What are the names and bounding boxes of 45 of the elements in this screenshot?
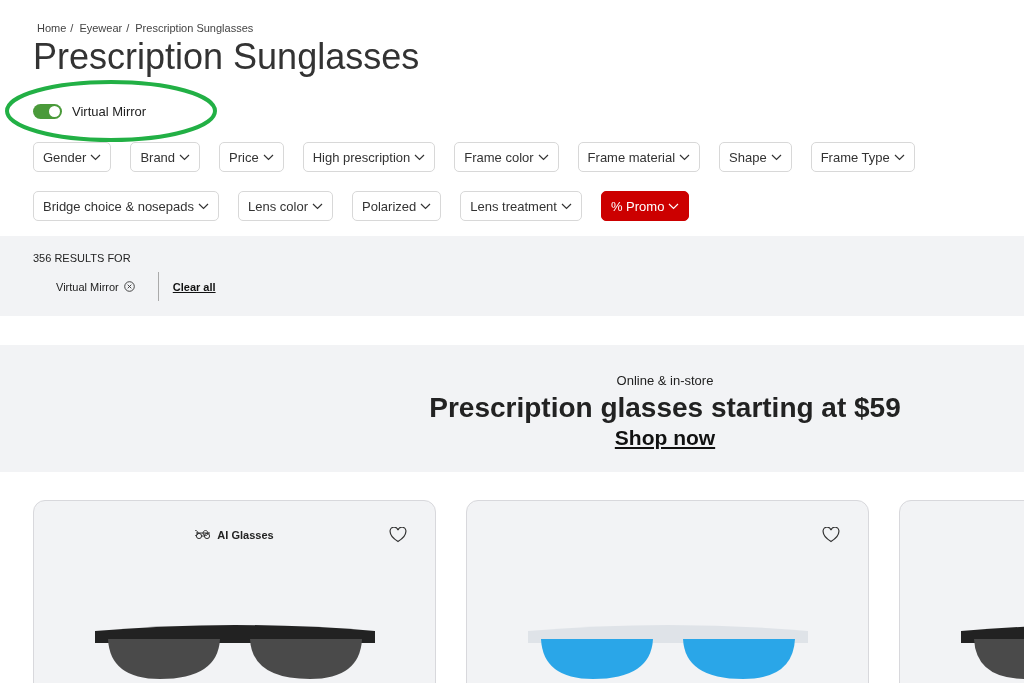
page-title: Prescription Sunglasses [33,36,421,78]
active-filter-chip[interactable]: Virtual Mirror [56,280,135,293]
results-count: 356 RESULTS FOR [33,252,132,264]
toggle-label: Virtual Mirror [72,103,147,119]
breadcrumb-link[interactable]: Home [37,22,67,34]
caret-icon [312,202,324,210]
filter-dropdown[interactable]: % Promo [600,191,690,221]
caret-icon [668,202,680,210]
shop-now-link[interactable]: Shop now [614,426,716,450]
clear-all-link[interactable]: Clear all [172,280,216,293]
caret-icon [179,153,191,161]
filter-dropdown[interactable]: Brand [130,142,201,172]
glasses-icon [195,530,212,540]
caret-icon [893,153,905,161]
filter-dropdown[interactable]: Price [219,142,284,172]
caret-icon [198,202,210,210]
heart-icon[interactable] [822,527,840,543]
banner-headline: Prescription glasses starting at $59 [429,392,901,424]
filter-dropdown[interactable]: High prescription [302,142,436,172]
caret-icon [414,153,426,161]
caret-icon [537,153,549,161]
filter-dropdown[interactable]: Lens treatment [460,191,582,221]
breadcrumb-separator: / [70,22,74,34]
heart-icon[interactable] [389,527,407,543]
filter-dropdown[interactable]: Shape [719,142,792,172]
breadcrumb-separator: / [126,22,130,34]
toggle-switch[interactable] [33,103,62,119]
breadcrumb-link[interactable]: Eyewear [79,22,123,34]
caret-icon [679,153,691,161]
filter-dropdown[interactable]: Polarized [352,191,442,221]
filter-dropdown[interactable]: Frame color [454,142,559,172]
product-card[interactable]: AI Glasses [33,500,436,683]
caret-icon [770,153,782,161]
filter-dropdown[interactable]: Bridge choice & nosepads [33,191,220,221]
caret-icon [420,202,432,210]
filter-dropdown[interactable]: Lens color [238,191,334,221]
caret-icon [560,202,572,210]
product-tag-label: AI Glasses [217,529,274,541]
filter-dropdown[interactable]: Gender [33,142,112,172]
filter-dropdown[interactable]: Frame Type [810,142,915,172]
caret-icon [90,153,102,161]
banner-eyebrow: Online & in-store [616,373,714,388]
close-icon [123,281,135,292]
caret-icon [262,153,274,161]
filter-dropdown[interactable]: Frame material [577,142,701,172]
